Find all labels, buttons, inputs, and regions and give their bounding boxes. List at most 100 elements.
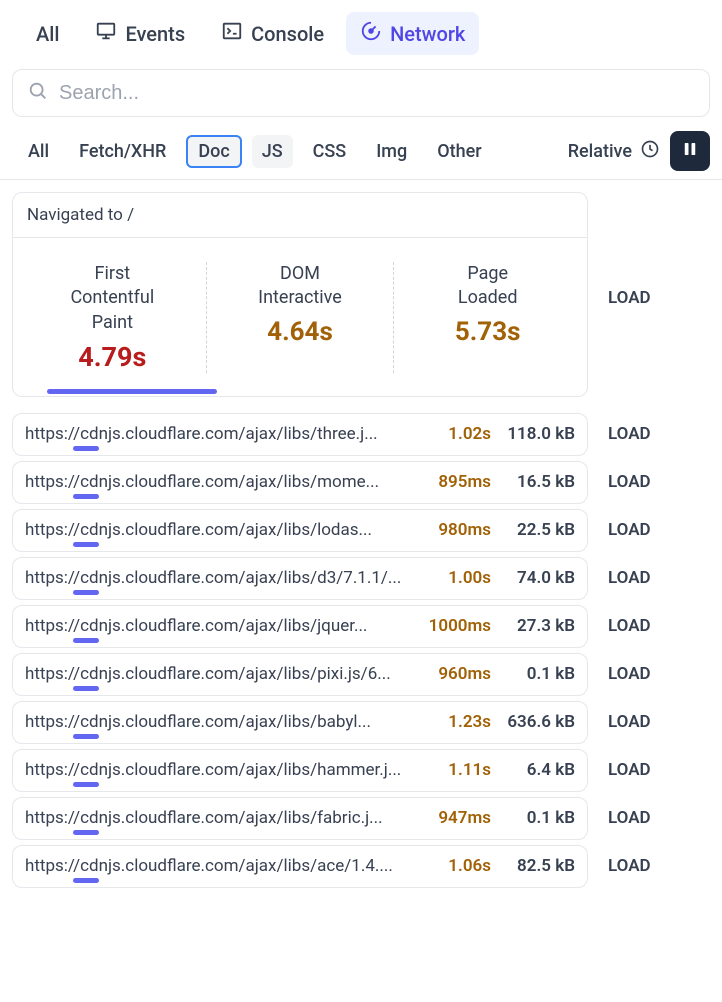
request-time: 1.00s [435,568,491,588]
request-tag: LOAD [608,856,651,876]
request-card[interactable]: https://cdnjs.cloudflare.com/ajax/libs/t… [12,413,588,456]
request-url: https://cdnjs.cloudflare.com/ajax/libs/f… [25,808,423,828]
navigation-card[interactable]: Navigated to / FirstContentfulPaint 4.79s… [12,192,588,397]
request-tag: LOAD [608,712,651,732]
filter-css[interactable]: CSS [303,135,357,168]
search-icon [27,80,49,106]
request-size: 27.3 kB [503,616,575,636]
filter-row: All Fetch/XHR Doc JS CSS Img Other Relat… [12,131,710,171]
gauge-icon [360,20,382,47]
filter-other[interactable]: Other [427,135,491,168]
request-time: 1.11s [435,760,491,780]
request-url: https://cdnjs.cloudflare.com/ajax/libs/h… [25,760,423,780]
request-row: https://cdnjs.cloudflare.com/ajax/libs/h… [12,749,710,792]
request-size: 0.1 kB [503,664,575,684]
request-card[interactable]: https://cdnjs.cloudflare.com/ajax/libs/f… [12,797,588,840]
request-card[interactable]: https://cdnjs.cloudflare.com/ajax/libs/m… [12,461,588,504]
request-size: 22.5 kB [503,520,575,540]
search-input[interactable] [59,82,695,105]
tab-network[interactable]: Network [346,12,479,55]
metric-label: DOMInteractive [215,262,386,311]
filter-doc[interactable]: Doc [186,135,241,168]
metric-label: FirstContentfulPaint [27,262,198,335]
filter-all[interactable]: All [18,135,59,168]
request-card[interactable]: https://cdnjs.cloudflare.com/ajax/libs/l… [12,509,588,552]
request-time: 1.06s [435,856,491,876]
timeline-bar [73,878,99,883]
request-url: https://cdnjs.cloudflare.com/ajax/libs/j… [25,616,417,636]
divider [0,179,722,180]
clock-icon [640,139,660,164]
request-time: 1.23s [435,712,491,732]
tab-label: Network [390,22,465,46]
navigation-header: Navigated to / [13,193,587,238]
request-time: 1.02s [435,424,491,444]
timeline-bar [73,590,99,595]
request-row: https://cdnjs.cloudflare.com/ajax/libs/f… [12,797,710,840]
request-tag: LOAD [608,520,651,540]
request-size: 636.6 kB [503,712,575,732]
request-size: 0.1 kB [503,808,575,828]
tab-label: Events [125,22,185,46]
metric-value: 4.64s [215,317,386,347]
request-size: 16.5 kB [503,472,575,492]
request-url: https://cdnjs.cloudflare.com/ajax/libs/b… [25,712,423,732]
request-url: https://cdnjs.cloudflare.com/ajax/libs/d… [25,568,423,588]
relative-label: Relative [568,141,632,162]
request-url: https://cdnjs.cloudflare.com/ajax/libs/t… [25,424,423,444]
timeline-bar [73,542,99,547]
request-time: 947ms [435,808,491,828]
request-card[interactable]: https://cdnjs.cloudflare.com/ajax/libs/h… [12,749,588,792]
request-row: https://cdnjs.cloudflare.com/ajax/libs/d… [12,557,710,600]
request-row: https://cdnjs.cloudflare.com/ajax/libs/p… [12,653,710,696]
request-card[interactable]: https://cdnjs.cloudflare.com/ajax/libs/a… [12,845,588,888]
request-tag: LOAD [608,808,651,828]
navigation-row: Navigated to / FirstContentfulPaint 4.79s… [12,192,710,405]
request-time: 1000ms [429,616,491,636]
request-row: https://cdnjs.cloudflare.com/ajax/libs/j… [12,605,710,648]
devtools-tabs: All Events Console Network [12,12,710,55]
terminal-icon [221,20,243,47]
tab-label: Console [251,22,324,46]
request-card[interactable]: https://cdnjs.cloudflare.com/ajax/libs/p… [12,653,588,696]
tab-console[interactable]: Console [207,12,338,55]
monitor-icon [95,20,117,47]
request-row: https://cdnjs.cloudflare.com/ajax/libs/l… [12,509,710,552]
timeline-bar [73,782,99,787]
request-tag: LOAD [608,664,651,684]
metrics: FirstContentfulPaint 4.79s DOMInteractive 4… [13,238,587,381]
metric-value: 4.79s [27,341,198,373]
request-url: https://cdnjs.cloudflare.com/ajax/libs/l… [25,520,423,540]
tab-all[interactable]: All [22,14,73,54]
relative-toggle[interactable]: Relative [568,139,660,164]
filter-js[interactable]: JS [252,135,293,168]
pause-button[interactable] [670,131,710,171]
request-url: https://cdnjs.cloudflare.com/ajax/libs/a… [25,856,423,876]
request-row: https://cdnjs.cloudflare.com/ajax/libs/a… [12,845,710,888]
tab-events[interactable]: Events [81,12,199,55]
timeline-bar [73,494,99,499]
timeline-bar [73,638,99,643]
search-container [12,69,710,117]
metric: PageLoaded5.73s [394,262,581,373]
request-time: 960ms [435,664,491,684]
filter-fetch-xhr[interactable]: Fetch/XHR [69,135,176,168]
request-url: https://cdnjs.cloudflare.com/ajax/libs/m… [25,472,423,492]
request-card[interactable]: https://cdnjs.cloudflare.com/ajax/libs/j… [12,605,588,648]
request-tag: LOAD [608,760,651,780]
tab-label: All [36,22,59,46]
request-size: 74.0 kB [503,568,575,588]
request-row: https://cdnjs.cloudflare.com/ajax/libs/t… [12,413,710,456]
request-card[interactable]: https://cdnjs.cloudflare.com/ajax/libs/d… [12,557,588,600]
filter-img[interactable]: Img [366,135,417,168]
request-card[interactable]: https://cdnjs.cloudflare.com/ajax/libs/b… [12,701,588,744]
request-time: 980ms [435,520,491,540]
request-tag: LOAD [608,616,651,636]
metric-value: 5.73s [402,317,573,347]
metric: FirstContentfulPaint 4.79s [19,262,207,373]
request-size: 6.4 kB [503,760,575,780]
request-size: 118.0 kB [503,424,575,444]
timeline-bar [73,686,99,691]
request-tag: LOAD [608,424,651,444]
timeline-bar [47,389,217,394]
